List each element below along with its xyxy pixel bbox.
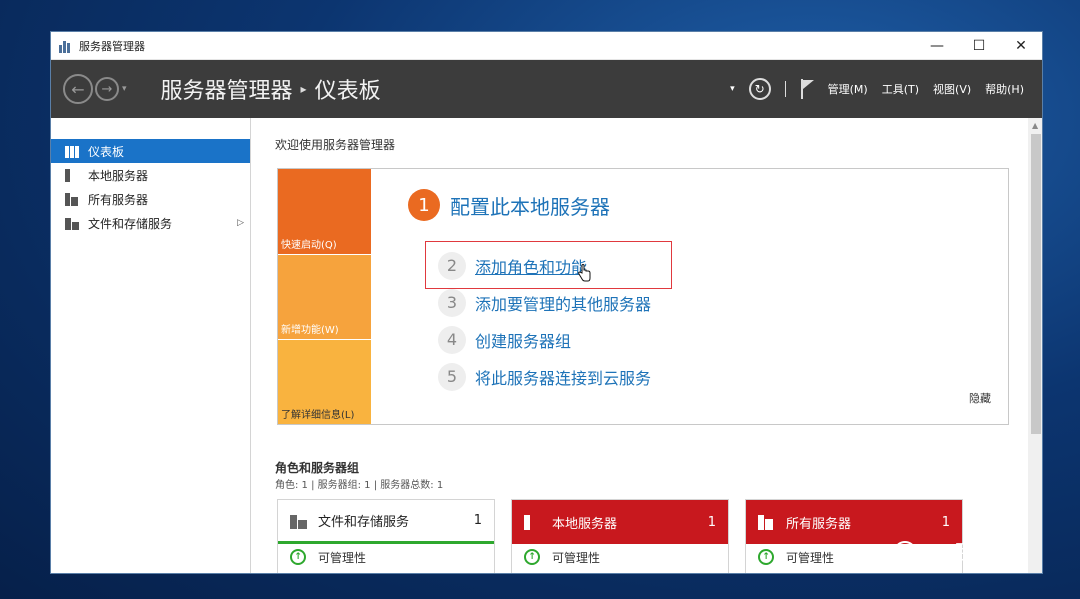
server-manager-window: 服务器管理器 — ☐ ✕ ← → ▾ 服务器管理器 ▸ 仪表板 ▾ ↻ 管理(M… [50, 31, 1043, 574]
hide-link[interactable]: 隐藏 [969, 390, 991, 406]
step-label[interactable]: 添加要管理的其他服务器 [475, 291, 651, 315]
maximize-button[interactable]: ☐ [958, 32, 1000, 60]
wechat-icon [893, 537, 933, 565]
step-create-server-group[interactable]: 4 创建服务器组 [438, 321, 651, 358]
card-count: 1 [707, 514, 716, 530]
sidebar-item-label: 文件和存储服务 [88, 216, 173, 231]
sidebar-item-label: 本地服务器 [88, 168, 149, 183]
window-title: 服务器管理器 [79, 39, 145, 53]
quick-start-panel: 快速启动(Q) 新增功能(W) 了解详细信息(L) 1 配置此本地服务器 2 添… [277, 168, 1009, 425]
header-bar: ← → ▾ 服务器管理器 ▸ 仪表板 ▾ ↻ 管理(M) 工具(T) 视图(V)… [51, 60, 1042, 118]
server-icon [524, 514, 542, 530]
card-row-manageability[interactable]: ↑ 可管理性 [512, 544, 728, 570]
storage-icon [290, 513, 308, 529]
step-add-other-servers[interactable]: 3 添加要管理的其他服务器 [438, 284, 651, 321]
header-tools: ▾ ↻ 管理(M) 工具(T) 视图(V) 帮助(H) [730, 60, 1024, 118]
back-arrow-icon: ← [71, 79, 85, 99]
dashboard-icon [65, 145, 79, 158]
hand-cursor-icon [578, 264, 591, 282]
sidebar-item-local-server[interactable]: 本地服务器 [51, 163, 250, 187]
menu-manage[interactable]: 管理(M) [828, 81, 868, 97]
card-row-label: 可管理性 [552, 550, 601, 565]
sidebar-item-dashboard[interactable]: 仪表板 [51, 139, 250, 163]
status-ok-icon: ↑ [524, 549, 540, 565]
card-title: 所有服务器 [786, 516, 852, 532]
sidebar-item-label: 仪表板 [88, 144, 125, 159]
vertical-scrollbar[interactable]: ▲ [1028, 118, 1042, 573]
server-icon [65, 168, 79, 182]
step-connect-cloud[interactable]: 5 将此服务器连接到云服务 [438, 358, 651, 395]
storage-icon [65, 217, 79, 230]
minimize-button[interactable]: — [916, 32, 958, 60]
step-label[interactable]: 创建服务器组 [475, 328, 571, 352]
card-count: 1 [473, 513, 482, 528]
watermark-text: IT那活儿 [937, 540, 1016, 564]
card-file-storage-services[interactable]: 文件和存储服务 1 ↑ 可管理性 [277, 499, 495, 573]
tile-learn-more[interactable]: 了解详细信息(L) [278, 340, 371, 424]
sidebar-item-label: 所有服务器 [88, 192, 149, 207]
status-ok-icon: ↑ [758, 549, 774, 565]
sidebar-item-file-storage[interactable]: 文件和存储服务 ▷ [51, 211, 250, 235]
menu-tools[interactable]: 工具(T) [882, 81, 919, 97]
status-ok-icon: ↑ [290, 549, 306, 565]
step-configure-local-server[interactable]: 1 配置此本地服务器 [408, 189, 610, 221]
breadcrumb: 服务器管理器 ▸ 仪表板 [161, 73, 381, 105]
servers-icon [65, 192, 79, 206]
card-row-label: 可管理性 [318, 550, 367, 565]
step-number-badge: 4 [438, 325, 466, 354]
step-label: 配置此本地服务器 [450, 194, 610, 219]
roles-section-title: 角色和服务器组 [275, 461, 360, 475]
card-row-label: 可管理性 [786, 550, 835, 565]
breadcrumb-separator-icon: ▸ [300, 82, 307, 96]
card-row-manageability[interactable]: ↑ 可管理性 [278, 544, 494, 570]
history-dropdown-icon[interactable]: ▾ [122, 84, 127, 94]
window-controls: — ☐ ✕ [916, 32, 1042, 60]
roles-summary: 角色: 1 | 服务器组: 1 | 服务器总数: 1 [275, 480, 444, 491]
menu-view[interactable]: 视图(V) [933, 81, 971, 97]
sidebar: 仪表板 本地服务器 所有服务器 文件和存储服务 ▷ [51, 118, 251, 573]
step-label[interactable]: 将此服务器连接到云服务 [475, 365, 651, 389]
scroll-up-icon[interactable]: ▲ [1032, 121, 1038, 130]
step-number-badge: 3 [438, 288, 466, 317]
refresh-icon: ↻ [754, 82, 765, 96]
menu-help[interactable]: 帮助(H) [985, 81, 1024, 97]
forward-button[interactable]: → [95, 77, 119, 101]
card-header[interactable]: 本地服务器 1 [512, 500, 728, 544]
watermark: IT那活儿 [893, 536, 1015, 565]
title-bar: 服务器管理器 — ☐ ✕ [51, 32, 1042, 60]
back-button[interactable]: ← [63, 74, 93, 104]
scrollbar-thumb[interactable] [1031, 134, 1041, 434]
tile-quick-start[interactable]: 快速启动(Q) [278, 169, 371, 254]
servers-icon [758, 514, 776, 530]
close-button[interactable]: ✕ [1000, 32, 1042, 60]
card-count: 1 [941, 514, 950, 530]
card-header[interactable]: 文件和存储服务 1 [278, 500, 494, 544]
breadcrumb-root[interactable]: 服务器管理器 [161, 73, 293, 105]
card-title: 文件和存储服务 [318, 515, 410, 530]
forward-arrow-icon: → [101, 81, 113, 97]
quick-start-tiles: 快速启动(Q) 新增功能(W) 了解详细信息(L) [278, 169, 371, 424]
toolbar-divider [784, 81, 786, 97]
annotation-highlight-box [425, 241, 672, 289]
expand-arrow-icon[interactable]: ▷ [237, 218, 244, 228]
card-local-server[interactable]: 本地服务器 1 ↑ 可管理性 [511, 499, 729, 573]
welcome-heading: 欢迎使用服务器管理器 [275, 138, 396, 152]
notifications-flag-icon[interactable] [800, 79, 814, 99]
server-manager-app-icon [59, 39, 73, 53]
dashboard-content: 欢迎使用服务器管理器 快速启动(Q) 新增功能(W) 了解详细信息(L) 1 配… [252, 118, 1042, 573]
refresh-button[interactable]: ↻ [748, 78, 771, 100]
tile-whats-new[interactable]: 新增功能(W) [278, 255, 371, 339]
step-number-badge: 1 [408, 189, 440, 221]
step-number-badge: 5 [438, 362, 466, 391]
sidebar-item-all-servers[interactable]: 所有服务器 [51, 187, 250, 211]
card-title: 本地服务器 [552, 516, 618, 532]
refresh-dropdown-icon[interactable]: ▾ [730, 84, 735, 94]
breadcrumb-current: 仪表板 [314, 79, 381, 104]
